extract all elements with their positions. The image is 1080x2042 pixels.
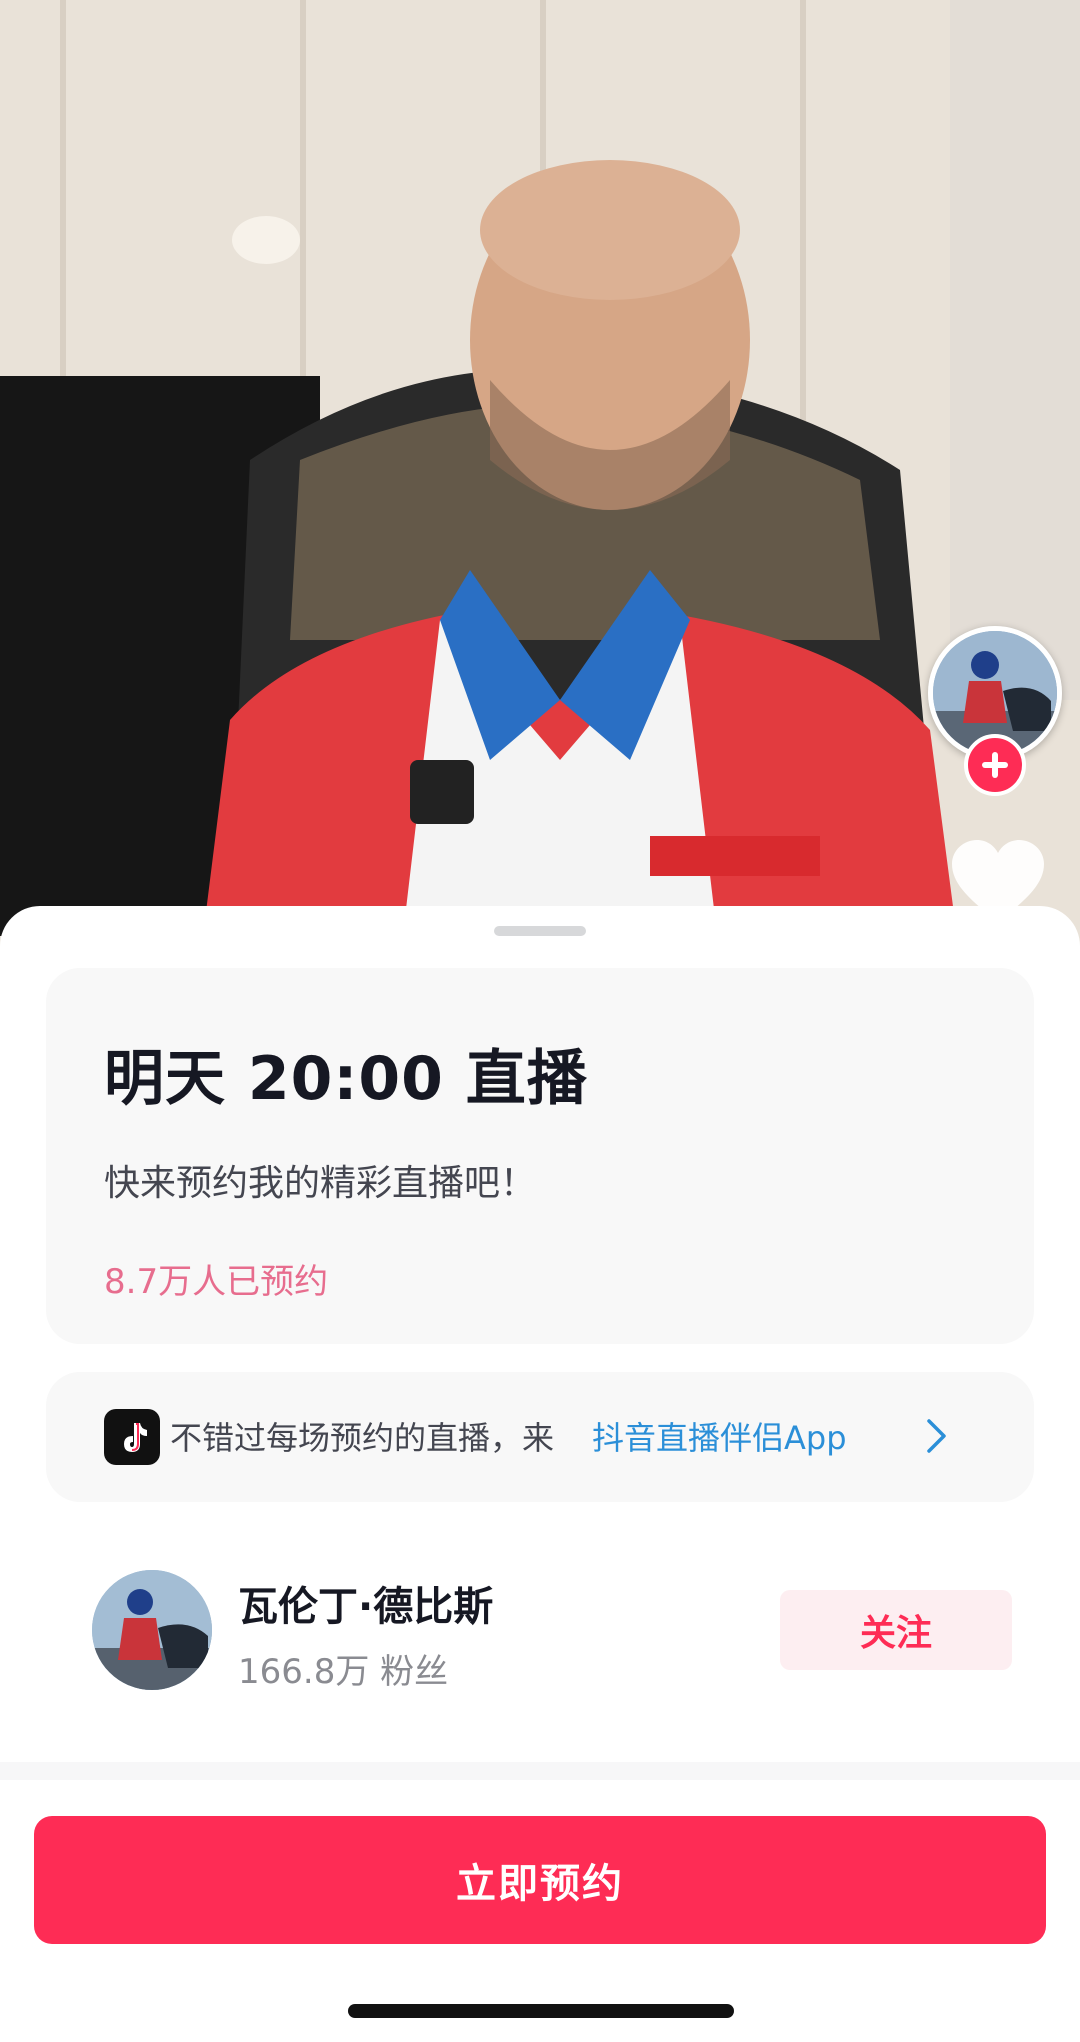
- reserved-count: 8.7万人已预约: [104, 1262, 329, 1302]
- reserve-now-button[interactable]: 立即预约: [34, 1816, 1046, 1944]
- author-avatar-icon: [92, 1570, 212, 1690]
- video-background[interactable]: [0, 0, 1080, 960]
- plus-icon: [982, 752, 1008, 778]
- douyin-logo-icon: [104, 1409, 160, 1465]
- live-info-card: 明天 20:00 直播 快来预约我的精彩直播吧！ 8.7万人已预约: [46, 968, 1034, 1344]
- section-divider: [0, 1762, 1080, 1780]
- reservation-sheet: 明天 20:00 直播 快来预约我的精彩直播吧！ 8.7万人已预约 不错过每场预…: [0, 906, 1080, 2042]
- douyin-note-glyph: [124, 1423, 147, 1452]
- chevron-right-icon: [927, 1419, 946, 1453]
- author-avatar[interactable]: [92, 1570, 212, 1690]
- live-subtitle: 快来预约我的精彩直播吧！: [104, 1163, 537, 1204]
- home-indicator[interactable]: [348, 2004, 734, 2018]
- sheet-drag-handle[interactable]: [494, 926, 586, 936]
- follow-button[interactable]: 关注: [780, 1590, 1012, 1670]
- live-schedule-title: 明天 20:00 直播: [104, 1044, 588, 1114]
- companion-app-link[interactable]: 抖音直播伴侣App: [592, 1413, 847, 1459]
- author-fans-count: 166.8万 粉丝: [238, 1652, 449, 1692]
- follow-plus-button[interactable]: [964, 734, 1026, 796]
- companion-app-promo[interactable]: 不错过每场预约的直播，来 抖音直播伴侣App: [46, 1372, 1034, 1502]
- author-name[interactable]: 瓦伦丁·德比斯: [238, 1574, 493, 1632]
- video-frame-illustration: [0, 0, 1080, 960]
- promo-text: 不错过每场预约的直播，来: [170, 1419, 555, 1457]
